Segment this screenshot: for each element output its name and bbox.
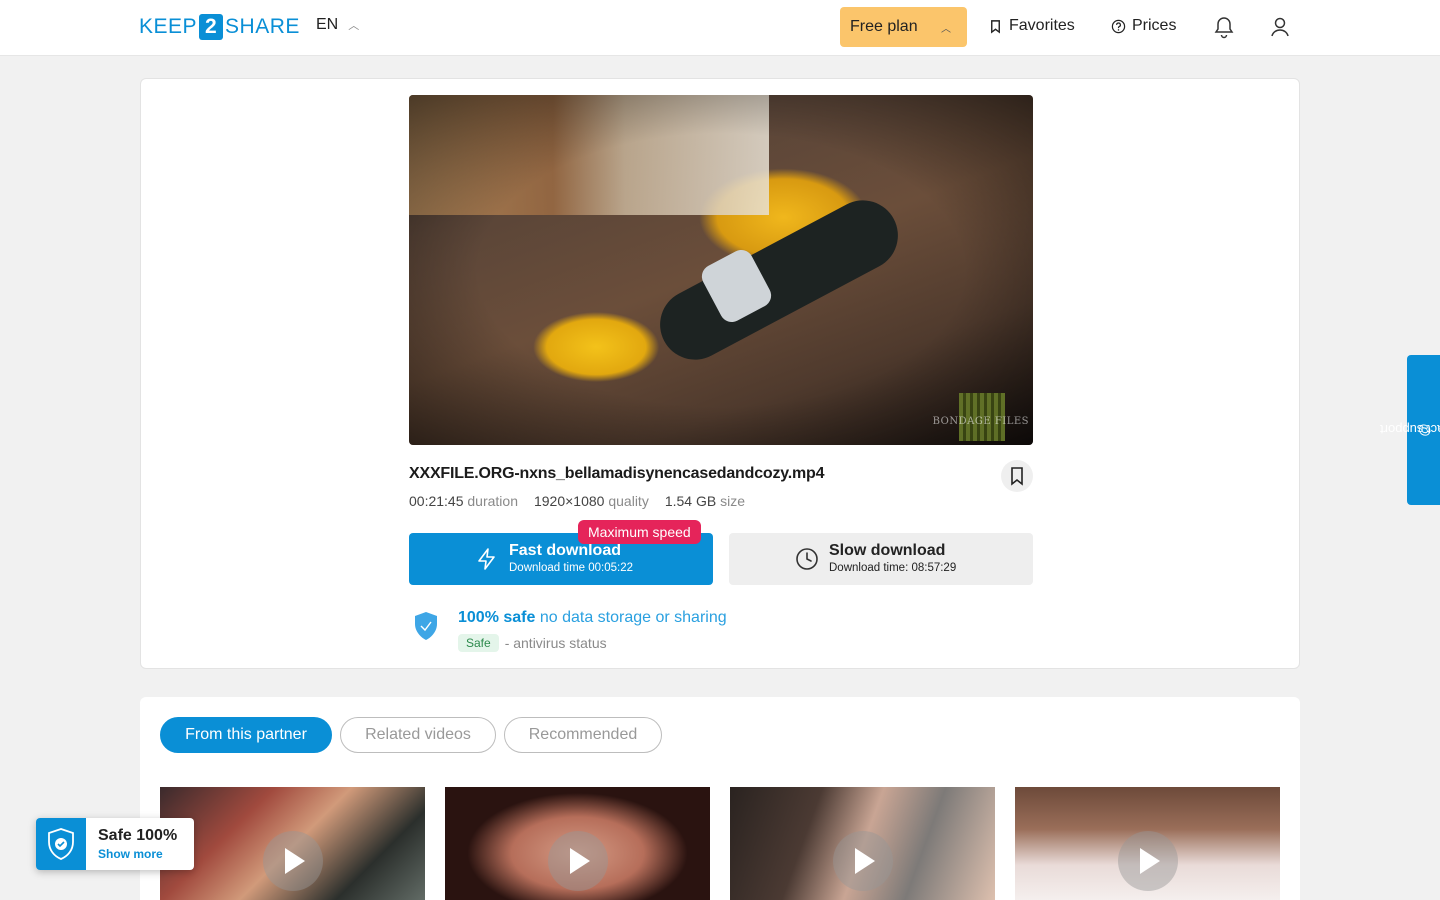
play-icon[interactable] [832,831,893,891]
watermark-text: BONDAGE FILES [932,416,1029,427]
logo-keep: KEEP [139,15,198,38]
plan-label: Free plan [850,18,918,35]
prices-label: Prices [1132,17,1177,34]
safety-title-bold: 100% safe [458,609,536,626]
bell-icon[interactable] [1213,15,1235,39]
safety-title: 100% safe no data storage or sharing [458,609,727,627]
max-speed-badge: Maximum speed [578,520,701,544]
language-label: EN [316,16,339,33]
logo-two: 2 [199,14,224,40]
show-more-link[interactable]: Show more [98,847,163,861]
bookmark-icon [991,19,1000,34]
slow-download-text: Slow download Download time: 08:57:29 [829,542,956,576]
prices-link[interactable]: Prices [1111,17,1176,35]
file-meta: 00:21:45 duration 1920×1080 quality 1.54… [409,493,745,509]
tab-from-this-partner[interactable]: From this partner [160,717,332,753]
slow-download-button[interactable]: Slow download Download time: 08:57:29 [729,533,1033,585]
duration-value: 00:21:45 [409,493,464,509]
language-selector[interactable]: EN ︿ [316,16,359,34]
quality-meta: 1920×1080 quality [534,493,649,509]
safe-widget-title: Safe 100% [98,827,178,844]
related-tabs: From this partner Related videos Recomme… [160,717,662,753]
slow-download-time: Download time: 08:57:29 [829,562,957,574]
question-circle-icon [1111,19,1126,33]
video-thumbnail[interactable] [445,787,710,900]
safe-badge-widget[interactable]: Safe 100% Show more [36,818,194,870]
size-value: 1.54 GB [664,493,717,509]
tab-related-videos[interactable]: Related videos [340,717,496,753]
video-thumbnail[interactable] [1015,787,1280,900]
top-header: KEEP 2 SHARE EN ︿ Free plan ︿ Favorites … [0,0,1440,56]
preview-vignette [409,95,1033,445]
chevron-up-icon: ︿ [941,23,951,35]
safe-widget-icon-box [36,818,86,870]
duration-meta: 00:21:45 duration [409,493,518,509]
favorites-label: Favorites [1009,17,1075,34]
video-thumbnail[interactable] [160,787,425,900]
antivirus-text: - antivirus status [504,635,607,651]
file-card: BONDAGE FILES XXXFILE.ORG-nxns_bellamadi… [140,78,1300,669]
safe-badge: Safe [458,634,499,652]
duration-label: duration [467,493,518,509]
fast-download-text: Fast download Download time 00:05:22 [509,542,633,576]
play-icon[interactable] [547,831,608,891]
video-thumbnail[interactable] [730,787,995,900]
shield-check-icon [48,828,74,860]
shield-check-icon [415,612,437,640]
play-icon[interactable] [1117,831,1178,891]
chevron-up-icon: ︿ [348,20,360,32]
contact-support-text: contact support [1379,422,1440,438]
favorites-link[interactable]: Favorites [988,17,1075,35]
fast-download-title: Fast download [509,542,621,559]
clock-icon [796,548,818,570]
quality-label: quality [608,493,649,509]
contact-support-label: @ contact support [1379,423,1440,438]
video-preview[interactable]: BONDAGE FILES [409,95,1033,445]
user-icon[interactable] [1269,15,1291,39]
size-meta: 1.54 GB size [665,493,745,509]
logo-share: SHARE [225,15,300,38]
lightning-icon [478,548,495,570]
contact-support-tab[interactable]: @ contact support [1379,355,1440,505]
plan-selector[interactable]: Free plan ︿ [840,7,967,47]
fast-download-time: Download time 00:05:22 [509,562,634,574]
add-favorite-button[interactable] [1001,460,1033,492]
related-section: From this partner Related videos Recomme… [140,697,1300,900]
tab-recommended[interactable]: Recommended [504,717,662,753]
play-icon[interactable] [262,831,323,891]
bookmark-icon [1011,467,1023,486]
antivirus-status: Safe - antivirus status [458,634,607,652]
safety-title-link[interactable]: no data storage or sharing [540,609,727,626]
file-name: XXXFILE.ORG-nxns_bellamadisynencasedandc… [409,465,825,482]
size-label: size [720,493,745,509]
logo[interactable]: KEEP 2 SHARE [139,14,300,40]
slow-download-title: Slow download [829,542,946,559]
quality-value: 1920×1080 [533,493,605,509]
